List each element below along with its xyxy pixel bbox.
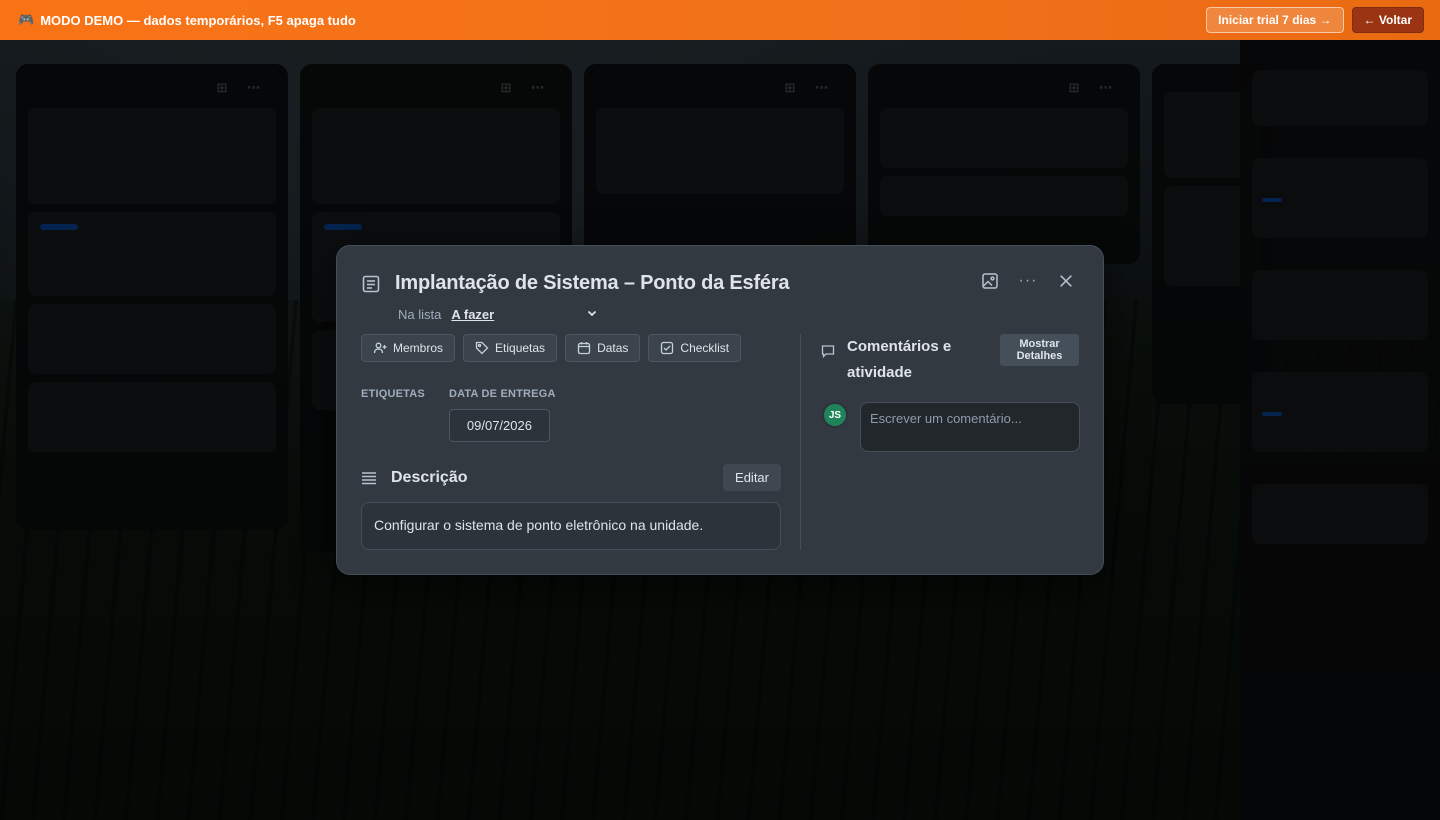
modal-header: Implantação de Sistema – Ponto da Esféra	[361, 272, 790, 295]
section-divider	[800, 334, 801, 550]
calendar-icon	[577, 342, 591, 355]
labels-section: ETIQUETAS	[361, 388, 425, 442]
avatar[interactable]: JS	[822, 402, 848, 428]
comments-heading: Comentários e atividade	[847, 338, 952, 381]
start-trial-button[interactable]: Iniciar trial 7 dias →	[1206, 7, 1344, 33]
comment-icon	[821, 345, 835, 358]
labels-label: Etiquetas	[495, 341, 546, 355]
modal-actions: ···	[981, 272, 1075, 290]
comment-input[interactable]	[860, 402, 1080, 452]
card-title[interactable]: Implantação de Sistema – Ponto da Esféra	[395, 272, 790, 295]
close-icon[interactable]	[1057, 272, 1075, 290]
labels-heading: ETIQUETAS	[361, 388, 425, 400]
demo-banner-message: 🎮 MODO DEMO — dados temporários, F5 apag…	[18, 12, 356, 28]
list-name-link[interactable]: A fazer	[451, 307, 494, 322]
card-meta: ETIQUETAS DATA DE ENTREGA 09/07/2026	[361, 388, 556, 442]
labels-button[interactable]: Etiquetas	[463, 334, 558, 362]
card-action-buttons: Membros Etiquetas Datas Checklist	[361, 334, 742, 362]
more-options-icon[interactable]: ···	[1019, 272, 1037, 290]
comment-composer: JS	[822, 402, 1080, 452]
in-list-label: Na lista	[398, 307, 442, 322]
due-date-value[interactable]: 09/07/2026	[448, 409, 550, 442]
checklist-icon	[661, 341, 674, 355]
comments-header: Comentários e atividade Mostrar Detalhes	[821, 334, 1079, 386]
list-selector: Na lista A fazer	[398, 307, 598, 322]
description-icon	[362, 471, 376, 484]
checklist-label: Checklist	[680, 341, 730, 355]
description-text[interactable]: Configurar o sistema de ponto eletrônico…	[361, 502, 781, 550]
edit-description-button[interactable]: Editar	[723, 464, 781, 491]
card-detail-modal: Implantação de Sistema – Ponto da Esféra…	[336, 245, 1104, 575]
game-controller-icon: 🎮	[18, 12, 35, 27]
due-date-section: DATA DE ENTREGA 09/07/2026	[448, 388, 556, 442]
checklist-button[interactable]: Checklist	[648, 334, 742, 362]
cover-image-icon[interactable]	[981, 272, 999, 290]
members-button[interactable]: Membros	[361, 334, 456, 362]
demo-banner: 🎮 MODO DEMO — dados temporários, F5 apag…	[0, 0, 1440, 40]
tag-icon	[475, 341, 489, 355]
dates-label: Datas	[597, 341, 629, 355]
demo-banner-actions: Iniciar trial 7 dias → ← Voltar	[1206, 7, 1424, 33]
add-member-icon	[373, 342, 387, 354]
chevron-down-icon[interactable]	[586, 307, 598, 322]
description-header: Descrição Editar	[361, 464, 781, 491]
back-button[interactable]: ← Voltar	[1351, 7, 1424, 33]
dates-button[interactable]: Datas	[565, 334, 641, 362]
description-heading: Descrição	[391, 468, 468, 486]
due-date-heading: DATA DE ENTREGA	[448, 388, 556, 400]
show-details-button[interactable]: Mostrar Detalhes	[1000, 334, 1079, 366]
demo-banner-text: MODO DEMO — dados temporários, F5 apaga …	[40, 12, 356, 28]
members-label: Membros	[393, 341, 444, 355]
card-icon	[362, 275, 380, 292]
